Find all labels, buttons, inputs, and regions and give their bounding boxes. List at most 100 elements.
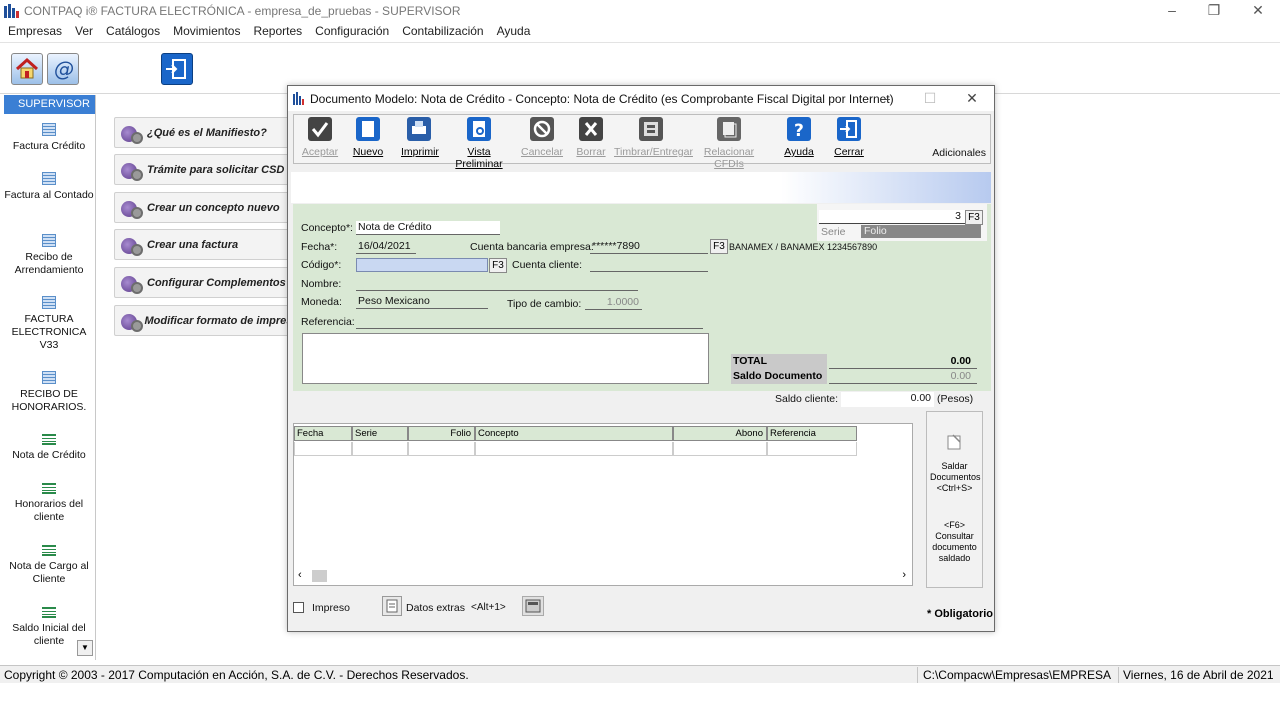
minimize-icon[interactable]: – [1150,0,1194,22]
task-tramite-csd[interactable]: Trámite para solicitar CSD [114,154,294,185]
cancelar-button[interactable]: Cancelar [520,117,564,158]
moneda-select[interactable]: Peso Mexicano [356,295,488,309]
horizontal-scrollbar[interactable]: ‹ › [296,569,910,583]
nuevo-button[interactable]: Nuevo [350,117,386,158]
column-serie[interactable]: Serie [352,426,408,441]
sidebar-header: SUPERVISOR [4,95,95,114]
relacionar-cfdis-button[interactable]: Relacionar CFDIs [690,117,768,170]
ledger-icon [42,545,56,556]
menu-ayuda[interactable]: Ayuda [497,24,531,38]
menu-configuracion[interactable]: Configuración [315,24,389,38]
concepto-label: Concepto*: [301,222,353,234]
sidebar-item-recibo-arrendamiento[interactable]: Recibo de Arrendamiento [4,234,94,277]
task-label: Configurar Complementos [147,276,286,289]
borrar-button[interactable]: Borrar [574,117,608,158]
obligatorio-note: * Obligatorio [927,608,993,620]
timbrar-entregar-button[interactable]: Timbrar/Entregar [614,117,693,158]
sidebar-item-nota-cargo[interactable]: Nota de Cargo al Cliente [4,545,94,586]
table-cell[interactable] [475,442,673,456]
column-fecha[interactable]: Fecha [294,426,352,441]
totals-box: TOTAL 0.00 Saldo Documento 0.00 [731,354,983,384]
adicionales-link[interactable]: Adicionales [932,147,986,159]
sidebar-item-factura-electronica-v33[interactable]: FACTURA ELECTRONICA V33 [4,296,94,352]
cuenta-bancaria-f3-button[interactable]: F3 [710,239,728,254]
column-folio[interactable]: Folio [408,426,475,441]
codigo-f3-button[interactable]: F3 [489,258,507,273]
cuenta-cliente-field[interactable] [590,258,708,272]
close-icon[interactable]: ✕ [1236,0,1280,22]
gear-icon [121,122,147,144]
task-label: Crear un concepto nuevo [147,201,280,214]
task-complementos[interactable]: Configurar Complementos [114,267,294,298]
minimize-icon[interactable]: – [866,88,906,110]
task-formato-impresion[interactable]: Modificar formato de impresión [114,305,294,336]
column-concepto[interactable]: Concepto [475,426,673,441]
impreso-checkbox[interactable] [293,602,304,613]
ayuda-button[interactable]: ? Ayuda [782,117,816,158]
email-button[interactable]: @ [47,53,79,85]
referencia-field[interactable] [356,315,703,329]
nombre-field[interactable] [356,277,638,291]
vista-preliminar-button[interactable]: Vista Preliminar [444,117,514,170]
ledger-icon [42,483,56,494]
saldo-cliente-value: 0.00 [841,392,934,407]
table-cell[interactable] [294,442,352,456]
fecha-field[interactable]: 16/04/2021 [356,240,416,254]
chevron-right-icon[interactable]: › [902,569,906,581]
sidebar-item-factura-contado[interactable]: Factura al Contado [4,172,94,202]
folio-label: Folio [861,225,981,238]
nombre-label: Nombre: [301,278,342,290]
sidebar-item-honorarios-cliente[interactable]: Honorarios del cliente [4,483,94,524]
task-crear-factura[interactable]: Crear una factura [114,229,294,260]
menu-reportes[interactable]: Reportes [253,24,302,38]
scroll-thumb[interactable] [312,570,327,582]
fecha-label: Fecha*: [301,241,338,253]
saldar-documentos-button[interactable]: Saldar Documentos <Ctrl+S> [927,432,982,494]
saldo-cliente-row: Saldo cliente: 0.00 (Pesos) [288,392,994,412]
exit-app-button[interactable] [161,53,193,85]
concepto-field[interactable]: Nota de Crédito [356,221,500,235]
consultar-documento-button[interactable]: <F6> Consultar documento saldado [927,520,982,564]
table-cell[interactable] [673,442,767,456]
sidebar-item-recibo-honorarios[interactable]: RECIBO DE HONORARIOS. [4,371,94,414]
folio-field[interactable]: 3 [819,210,965,224]
aceptar-button[interactable]: Aceptar [298,117,342,158]
stamp-icon [639,117,663,141]
table-row[interactable] [294,442,857,456]
sidebar-item-factura-credito[interactable]: Factura Crédito [4,123,94,153]
close-icon[interactable]: ✕ [952,88,992,110]
sidebar-item-nota-credito[interactable]: Nota de Crédito [4,434,94,462]
table-cell[interactable] [352,442,408,456]
menu-movimientos[interactable]: Movimientos [173,24,240,38]
column-referencia[interactable]: Referencia [767,426,857,441]
calculator-icon[interactable] [522,596,544,616]
codigo-label: Código*: [301,259,342,271]
chevron-down-icon[interactable]: ▼ [77,640,93,656]
column-abono[interactable]: Abono [673,426,767,441]
datos-extras-label[interactable]: Datos extras [406,602,465,614]
folio-f3-button[interactable]: F3 [965,210,983,225]
relate-icon [717,117,741,141]
menu-contabilizacion[interactable]: Contabilización [402,24,483,38]
imprimir-button[interactable]: Imprimir [401,117,439,158]
table-cell[interactable] [767,442,857,456]
notepad-icon[interactable] [382,596,402,616]
menu-empresas[interactable]: Empresas [8,24,62,38]
tipo-cambio-label: Tipo de cambio: [507,298,582,310]
chevron-left-icon[interactable]: ‹ [298,569,302,581]
ledger-icon [42,434,56,445]
table-cell[interactable] [408,442,475,456]
cuenta-bancaria-field[interactable]: ******7890 [590,240,708,254]
task-crear-concepto[interactable]: Crear un concepto nuevo [114,192,294,223]
tipo-cambio-field[interactable]: 1.0000 [585,296,642,310]
sidebar-item-label: FACTURA ELECTRONICA V33 [11,313,87,351]
restore-icon[interactable]: ❐ [1192,0,1236,22]
cerrar-button[interactable]: Cerrar [832,117,866,158]
menu-catalogos[interactable]: Catálogos [106,24,160,38]
codigo-field[interactable] [356,258,488,272]
task-manifiesto[interactable]: ¿Qué es el Manifiesto? [114,117,294,148]
menu-ver[interactable]: Ver [75,24,93,38]
status-bar: Copyright © 2003 - 2017 Computación en A… [0,665,1280,683]
observaciones-textarea[interactable] [302,333,709,384]
home-button[interactable] [11,53,43,85]
